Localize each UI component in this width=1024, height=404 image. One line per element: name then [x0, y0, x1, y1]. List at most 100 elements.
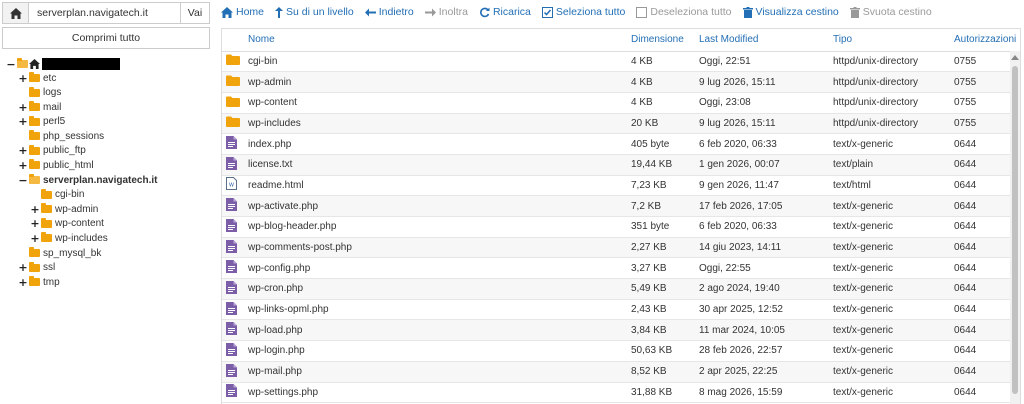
expand-toggle-icon[interactable]: + — [18, 72, 28, 85]
back-button[interactable]: Indietro — [364, 6, 414, 18]
refresh-icon — [479, 7, 490, 18]
header-size[interactable]: Dimensione — [627, 29, 695, 52]
table-row[interactable]: wp-comments-post.php 2,27 KB 14 giu 2023, … — [222, 237, 1012, 259]
table-row[interactable]: Wreadme.html 7,23 KB 9 gen 2026, 11:47 text… — [222, 175, 1012, 197]
table-row[interactable]: wp-login.php 50,63 KB 28 feb 2026, 22:57 te… — [222, 340, 1012, 362]
expand-toggle-icon[interactable]: + — [30, 232, 40, 245]
tree-item-ssl[interactable]: + ssl — [18, 261, 55, 275]
file-type: text/x-generic — [829, 278, 950, 300]
scrollbar-thumb[interactable] — [1012, 66, 1018, 394]
table-row[interactable]: wp-blog-header.php 351 byte 6 feb 2020, 06… — [222, 216, 1012, 238]
table-row[interactable]: wp-settings.php 31,88 KB 8 mag 2026, 15:59… — [222, 382, 1012, 404]
tree-item-etc[interactable]: + etc — [18, 71, 56, 85]
tree-item-php-sessions[interactable]: php_sessions — [28, 129, 104, 143]
file-name[interactable]: wp-mail.php — [244, 361, 627, 383]
expand-toggle-icon[interactable]: + — [18, 144, 28, 157]
file-size: 2,43 KB — [627, 299, 695, 321]
go-button[interactable]: Vai — [180, 3, 209, 23]
tree-root[interactable]: − — [6, 57, 120, 71]
expand-toggle-icon[interactable]: + — [30, 203, 40, 216]
file-name[interactable]: wp-includes — [244, 113, 627, 135]
expand-toggle-icon[interactable]: + — [30, 217, 40, 230]
header-permissions[interactable]: Autorizzazioni — [950, 29, 1016, 52]
tree-item-sp-mysql-bk[interactable]: sp_mysql_bk — [28, 246, 101, 260]
collapse-toggle-icon[interactable]: − — [18, 174, 28, 187]
tree-item-wp-admin[interactable]: + wp-admin — [30, 202, 98, 216]
html-file-icon: W — [226, 177, 237, 193]
folder-icon — [41, 232, 52, 242]
file-name[interactable]: cgi-bin — [244, 51, 627, 73]
file-name[interactable]: index.php — [244, 133, 627, 155]
php-file-icon — [226, 239, 237, 256]
tree-item-mail[interactable]: + mail — [18, 100, 61, 114]
table-row[interactable]: wp-links-opml.php 2,43 KB 30 apr 2025, 12:… — [222, 299, 1012, 321]
expand-toggle-icon[interactable]: + — [18, 115, 28, 128]
file-name[interactable]: wp-admin — [244, 71, 627, 93]
file-name[interactable]: wp-activate.php — [244, 195, 627, 217]
tree-item-logs[interactable]: logs — [28, 86, 61, 100]
file-icon-cell — [222, 51, 244, 73]
collapse-all-button[interactable]: Comprimi tutto — [2, 27, 210, 49]
file-name[interactable]: wp-config.php — [244, 257, 627, 280]
tree-item-perl5[interactable]: + perl5 — [18, 115, 65, 129]
tree-item-tmp[interactable]: + tmp — [18, 275, 59, 289]
svg-text:W: W — [229, 183, 234, 189]
view-trash-button[interactable]: Visualizza cestino — [742, 6, 839, 18]
collapse-toggle-icon[interactable]: − — [6, 58, 16, 71]
file-icon-cell — [222, 92, 244, 114]
tree-item-wp-content[interactable]: + wp-content — [30, 217, 104, 231]
deselect-all-button[interactable]: Deseleziona tutto — [636, 6, 732, 18]
file-name[interactable]: wp-comments-post.php — [244, 237, 627, 259]
tree-item-serverplan[interactable]: − serverplan.navigatech.it — [18, 173, 157, 187]
reload-button[interactable]: Ricarica — [479, 6, 531, 18]
file-name[interactable]: wp-settings.php — [244, 382, 627, 404]
empty-trash-button[interactable]: Svuota cestino — [849, 6, 932, 18]
php-file-icon — [226, 301, 237, 318]
tree-item-public-ftp[interactable]: + public_ftp — [18, 144, 85, 158]
select-all-button[interactable]: Seleziona tutto — [541, 6, 625, 18]
tree-item-public-html[interactable]: + public_html — [18, 158, 93, 172]
vertical-scrollbar[interactable] — [1010, 51, 1020, 404]
table-row[interactable]: wp-config.php 3,27 KB Oggi, 22:55 text/x-ge… — [222, 257, 1012, 280]
table-row[interactable]: wp-activate.php 7,2 KB 17 feb 2026, 17:05 t… — [222, 195, 1012, 217]
table-row[interactable]: wp-mail.php 8,52 KB 2 apr 2025, 22:25 text/… — [222, 361, 1012, 383]
tree-item-wp-includes[interactable]: + wp-includes — [30, 231, 107, 245]
deselect-all-label: Deseleziona tutto — [650, 6, 732, 18]
header-last-modified[interactable]: Last Modified — [695, 29, 829, 52]
file-permissions: 0644 — [950, 195, 1012, 217]
expand-toggle-icon[interactable]: + — [18, 261, 28, 274]
file-permissions: 0644 — [950, 133, 1012, 155]
expand-toggle-icon[interactable]: + — [18, 159, 28, 172]
table-row[interactable]: wp-content 4 KB Oggi, 23:08 httpd/unix-dire… — [222, 92, 1012, 114]
header-name[interactable]: Nome — [244, 29, 627, 52]
home-button[interactable]: Home — [221, 6, 264, 18]
file-name[interactable]: license.txt — [244, 154, 627, 176]
table-row[interactable]: license.txt 19,44 KB 1 gen 2026, 00:07 text… — [222, 154, 1012, 176]
file-name[interactable]: readme.html — [244, 175, 627, 197]
file-name[interactable]: wp-load.php — [244, 319, 627, 342]
table-row[interactable]: index.php 405 byte 6 feb 2020, 06:33 text/x… — [222, 133, 1012, 155]
file-name[interactable]: wp-cron.php — [244, 278, 627, 300]
table-row[interactable]: wp-admin 4 KB 9 lug 2026, 15:11 httpd/unix-… — [222, 71, 1012, 93]
file-icon-cell: W — [222, 175, 244, 197]
scroll-up-icon[interactable] — [1011, 55, 1019, 60]
home-icon[interactable] — [3, 3, 29, 23]
forward-button[interactable]: Inoltra — [424, 6, 468, 18]
file-table: Nome Dimensione Last Modified Tipo Autor… — [222, 29, 1016, 404]
table-row[interactable]: wp-load.php 3,84 KB 11 mar 2024, 10:05 text… — [222, 319, 1012, 342]
table-row[interactable]: wp-includes 20 KB 9 lug 2026, 15:11 httpd/u… — [222, 113, 1012, 135]
file-icon-cell — [222, 216, 244, 238]
file-name[interactable]: wp-blog-header.php — [244, 216, 627, 238]
file-name[interactable]: wp-login.php — [244, 340, 627, 362]
table-row[interactable]: wp-cron.php 5,49 KB 2 ago 2024, 19:40 text/… — [222, 278, 1012, 300]
up-one-level-button[interactable]: Su di un livello — [275, 6, 354, 18]
folder-icon — [29, 101, 40, 111]
file-name[interactable]: wp-content — [244, 92, 627, 114]
tree-item-cgi-bin[interactable]: cgi-bin — [40, 188, 84, 202]
path-input[interactable]: serverplan.navigatech.it — [29, 3, 180, 23]
file-name[interactable]: wp-links-opml.php — [244, 299, 627, 321]
expand-toggle-icon[interactable]: + — [18, 276, 28, 289]
expand-toggle-icon[interactable]: + — [18, 101, 28, 114]
table-row[interactable]: cgi-bin 4 KB Oggi, 22:51 httpd/unix-directo… — [222, 51, 1012, 73]
header-type[interactable]: Tipo — [829, 29, 950, 52]
